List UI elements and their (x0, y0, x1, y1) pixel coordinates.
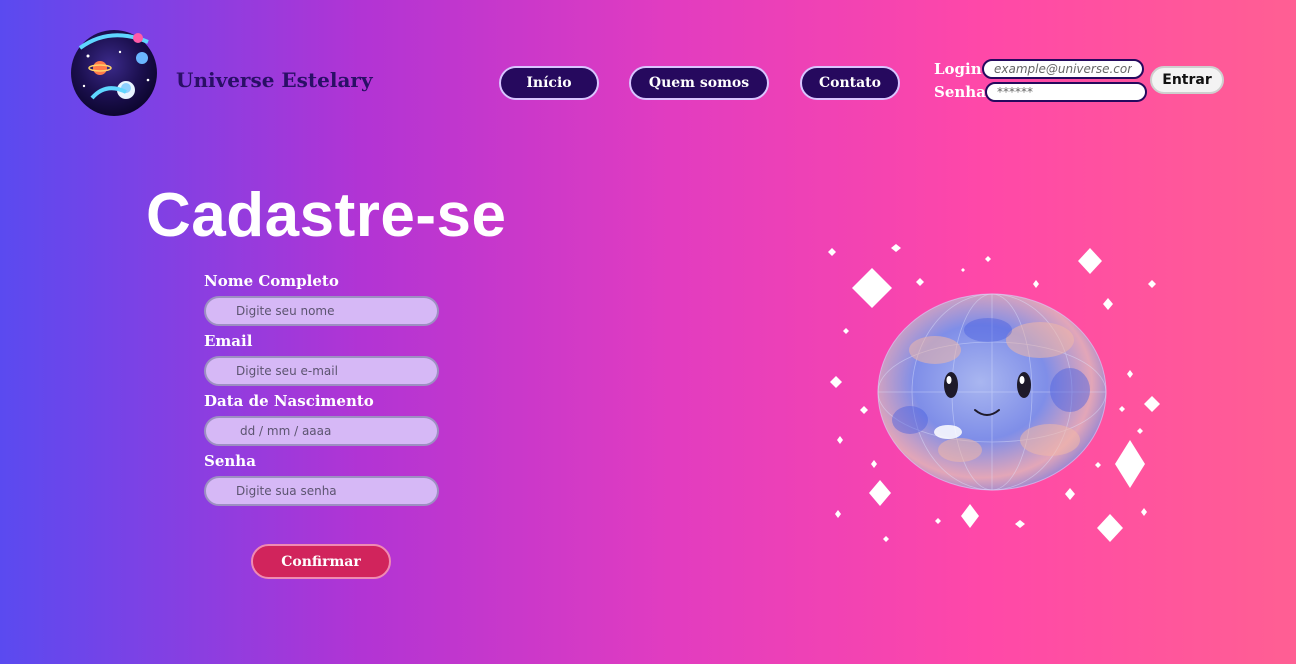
email-label: Email (204, 332, 253, 350)
smiling-planet-icon (820, 240, 1170, 550)
page-title: Cadastre-se (146, 181, 507, 250)
email-input[interactable] (204, 356, 439, 386)
nav-contato-button[interactable]: Contato (800, 66, 900, 100)
nav-quem-somos-button[interactable]: Quem somos (629, 66, 769, 100)
login-submit-button[interactable]: Entrar (1150, 66, 1224, 94)
birth-date-input[interactable] (204, 416, 439, 446)
login-label: Login (934, 60, 982, 78)
confirm-button[interactable]: Confirmar (251, 544, 391, 579)
password-label: Senha (204, 452, 256, 470)
birth-date-label: Data de Nascimento (204, 392, 374, 410)
password-input[interactable] (204, 476, 439, 506)
nav-inicio-button[interactable]: Início (499, 66, 599, 100)
brand-logo-icon[interactable] (70, 28, 162, 120)
login-email-input[interactable] (982, 59, 1144, 79)
login-password-input[interactable] (985, 82, 1147, 102)
full-name-label: Nome Completo (204, 272, 339, 290)
login-password-label: Senha (934, 83, 986, 101)
full-name-input[interactable] (204, 296, 439, 326)
brand-name: Universe Estelary (176, 68, 373, 92)
